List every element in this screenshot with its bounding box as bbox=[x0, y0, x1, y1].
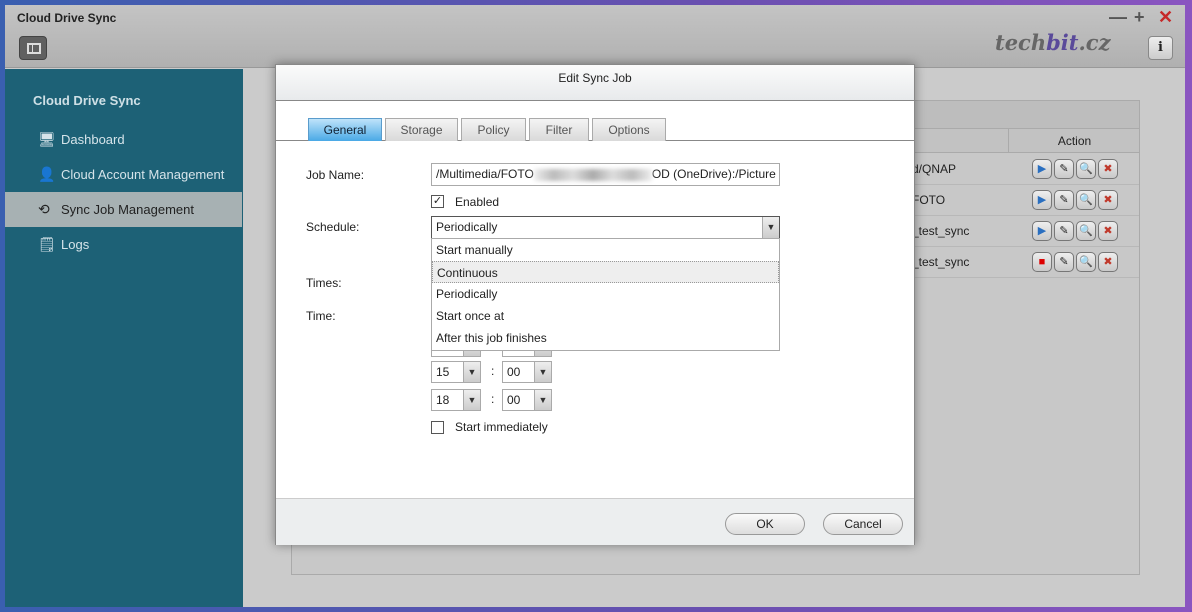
times-label: Times: bbox=[306, 276, 342, 290]
hour-value: 15 bbox=[436, 365, 450, 379]
chevron-down-icon[interactable]: ▼ bbox=[534, 390, 551, 410]
play-button[interactable]: ▶ bbox=[1032, 190, 1052, 210]
chevron-down-icon[interactable]: ▼ bbox=[762, 217, 779, 238]
chevron-down-icon[interactable]: ▼ bbox=[534, 362, 551, 382]
sidebar-heading: Cloud Drive Sync bbox=[33, 93, 141, 108]
view-button[interactable]: 🔍 bbox=[1076, 159, 1096, 179]
log-icon: 🗒 bbox=[38, 236, 56, 252]
dialog-footer: OK Cancel bbox=[276, 498, 914, 545]
tab-options[interactable]: Options bbox=[592, 118, 666, 141]
view-button[interactable]: 🔍 bbox=[1076, 190, 1096, 210]
start-immediately-label: Start immediately bbox=[455, 420, 548, 434]
sidebar-item-label: Dashboard bbox=[61, 132, 125, 147]
option-periodically[interactable]: Periodically bbox=[432, 283, 779, 305]
job-name: _test_sync bbox=[912, 224, 970, 238]
hour-value: 18 bbox=[436, 393, 450, 407]
sidebar-item-dashboard[interactable]: 🖥 Dashboard bbox=[5, 122, 242, 157]
hour-select[interactable]: 18 ▼ bbox=[431, 389, 481, 411]
play-button[interactable]: ▶ bbox=[1032, 221, 1052, 241]
delete-button[interactable]: ✖ bbox=[1098, 190, 1118, 210]
hour-select[interactable]: 15 ▼ bbox=[431, 361, 481, 383]
cancel-button[interactable]: Cancel bbox=[823, 513, 903, 535]
tab-general[interactable]: General bbox=[308, 118, 382, 141]
minute-value: 00 bbox=[507, 365, 521, 379]
option-start-once-at[interactable]: Start once at bbox=[432, 305, 779, 327]
time-separator: : bbox=[491, 364, 495, 378]
ok-button[interactable]: OK bbox=[725, 513, 805, 535]
sidebar-item-logs[interactable]: 🗒 Logs bbox=[5, 227, 242, 262]
minimize-button[interactable]: — bbox=[1109, 7, 1127, 28]
dialog-title: Edit Sync Job bbox=[276, 65, 914, 101]
job-name: _test_sync bbox=[912, 255, 970, 269]
job-name-suffix: OD (OneDrive):/Picture bbox=[651, 167, 776, 181]
edit-sync-job-dialog: Edit Sync Job General Storage Policy Fil… bbox=[275, 64, 915, 545]
action-column-header: Action bbox=[1008, 129, 1140, 153]
minute-value: 00 bbox=[507, 393, 521, 407]
option-after-job-finishes[interactable]: After this job finishes bbox=[432, 327, 779, 349]
minute-select[interactable]: 00 ▼ bbox=[502, 361, 552, 383]
sidebar-item-cloud-accounts[interactable]: 👤 Cloud Account Management bbox=[5, 157, 242, 192]
option-continuous[interactable]: Continuous bbox=[432, 261, 779, 283]
job-name-prefix: /Multimedia/FOTO bbox=[436, 167, 534, 181]
enabled-checkbox[interactable]: ✓ bbox=[431, 195, 444, 208]
time-separator: : bbox=[491, 392, 495, 406]
schedule-dropdown: Start manually Continuous Periodically S… bbox=[431, 238, 780, 351]
user-icon: 👤 bbox=[38, 166, 56, 182]
delete-button[interactable]: ✖ bbox=[1098, 221, 1118, 241]
toggle-sidebar-button[interactable] bbox=[19, 36, 47, 60]
minute-select[interactable]: 00 ▼ bbox=[502, 389, 552, 411]
stop-button[interactable]: ■ bbox=[1032, 252, 1052, 272]
chevron-down-icon[interactable]: ▼ bbox=[463, 362, 480, 382]
tab-storage[interactable]: Storage bbox=[385, 118, 458, 141]
schedule-label: Schedule: bbox=[306, 220, 360, 234]
layout-icon bbox=[27, 43, 41, 54]
dialog-tabs: General Storage Policy Filter Options bbox=[276, 118, 914, 141]
techbit-logo: techbit.cz bbox=[995, 30, 1111, 55]
edit-button[interactable]: ✎ bbox=[1054, 159, 1074, 179]
job-name-label: Job Name: bbox=[306, 168, 365, 182]
monitor-icon: 🖥 bbox=[38, 131, 56, 147]
job-name: FOTO bbox=[912, 193, 946, 207]
schedule-select[interactable]: Periodically ▼ bbox=[431, 216, 780, 239]
view-button[interactable]: 🔍 bbox=[1076, 221, 1096, 241]
sidebar-item-label: Logs bbox=[61, 237, 90, 252]
play-button[interactable]: ▶ bbox=[1032, 159, 1052, 179]
enabled-label: Enabled bbox=[455, 195, 500, 209]
history-icon: ⟲ bbox=[38, 201, 50, 217]
job-name: d/QNAP bbox=[912, 162, 957, 176]
edit-button[interactable]: ✎ bbox=[1054, 252, 1074, 272]
edit-button[interactable]: ✎ bbox=[1054, 221, 1074, 241]
edit-button[interactable]: ✎ bbox=[1054, 190, 1074, 210]
view-button[interactable]: 🔍 bbox=[1076, 252, 1096, 272]
tab-filter[interactable]: Filter bbox=[529, 118, 589, 141]
info-button[interactable]: i bbox=[1148, 36, 1173, 60]
delete-button[interactable]: ✖ bbox=[1098, 252, 1118, 272]
app-title: Cloud Drive Sync bbox=[17, 11, 117, 25]
redacted-text bbox=[533, 168, 652, 181]
option-start-manually[interactable]: Start manually bbox=[432, 239, 779, 261]
delete-button[interactable]: ✖ bbox=[1098, 159, 1118, 179]
title-bar: Cloud Drive Sync — + ✕ techbit.cz i bbox=[5, 5, 1185, 68]
job-name-input[interactable]: /Multimedia/FOTO OD (OneDrive):/Picture bbox=[431, 163, 780, 186]
sidebar-item-label: Cloud Account Management bbox=[61, 167, 225, 182]
sidebar-item-sync-jobs[interactable]: ⟲ Sync Job Management bbox=[5, 192, 242, 227]
maximize-button[interactable]: + bbox=[1134, 7, 1145, 28]
sidebar-item-label: Sync Job Management bbox=[61, 202, 194, 217]
chevron-down-icon[interactable]: ▼ bbox=[463, 390, 480, 410]
time-label: Time: bbox=[306, 309, 336, 323]
start-immediately-checkbox[interactable] bbox=[431, 421, 444, 434]
sidebar: Cloud Drive Sync 🖥 Dashboard 👤 Cloud Accou… bbox=[5, 69, 243, 607]
close-button[interactable]: ✕ bbox=[1158, 7, 1173, 28]
schedule-value: Periodically bbox=[436, 220, 498, 234]
tab-policy[interactable]: Policy bbox=[461, 118, 526, 141]
